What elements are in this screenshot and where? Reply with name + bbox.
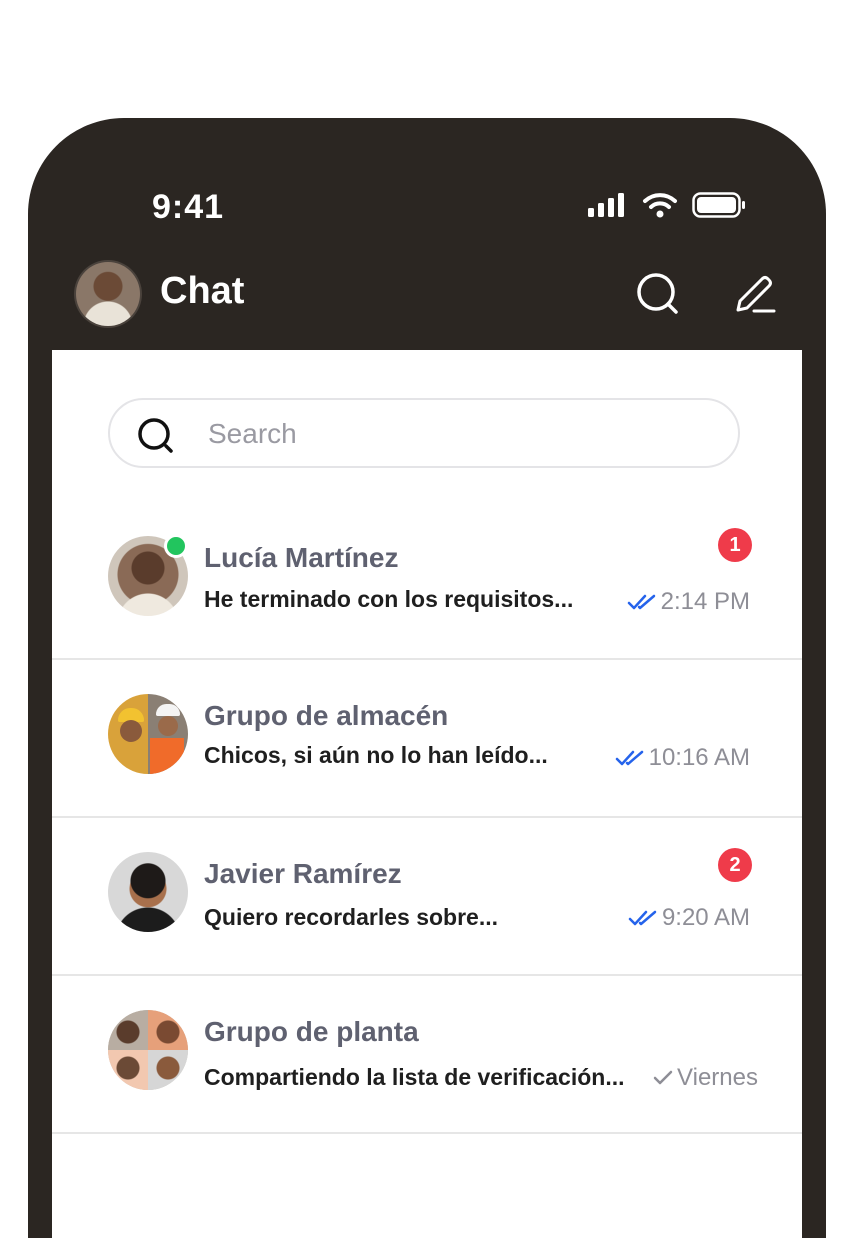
group-avatar	[108, 694, 188, 774]
signal-icon	[588, 193, 624, 217]
chat-row[interactable]: Lucía Martínez He terminado con los requ…	[52, 502, 802, 660]
wifi-icon	[643, 193, 677, 218]
unread-badge: 2	[718, 848, 752, 882]
chat-preview: Compartiendo la lista de verificación...	[204, 1064, 625, 1090]
search-icon	[136, 416, 180, 465]
double-check-icon	[628, 910, 657, 926]
header-search-button[interactable]	[636, 272, 680, 321]
chat-time-group: 2:14 PM	[627, 588, 750, 616]
compose-button[interactable]	[732, 272, 776, 321]
chat-preview: Quiero recordarles sobre...	[204, 904, 499, 930]
chat-time-group: 10:16 AM	[615, 744, 750, 772]
online-indicator	[164, 534, 188, 558]
chat-time: Viernes	[677, 1064, 758, 1091]
chat-list-panel: Lucía Martínez He terminado con los requ…	[52, 350, 802, 1238]
chat-name: Javier Ramírez	[204, 858, 402, 889]
chat-time: 10:16 AM	[648, 744, 750, 771]
chat-name: Grupo de planta	[204, 1016, 419, 1047]
chat-row[interactable]: Javier Ramírez Quiero recordarles sobre.…	[52, 818, 802, 976]
chat-time: 2:14 PM	[660, 588, 750, 615]
chat-row[interactable]: Grupo de planta Compartiendo la lista de…	[52, 976, 802, 1134]
search-input[interactable]	[206, 400, 710, 468]
double-check-icon	[627, 594, 655, 610]
group-avatar	[108, 1010, 188, 1090]
chat-preview: He terminado con los requisitos...	[204, 586, 574, 612]
page-title: Chat	[160, 270, 245, 312]
chat-name: Grupo de almacén	[204, 700, 449, 731]
phone-frame: 9:41 Chat Search Lucía Martínez He termi…	[28, 118, 826, 1238]
chat-time: 9:20 AM	[661, 904, 750, 931]
chat-time-group: Viernes	[653, 1064, 758, 1092]
chat-preview: Chicos, si aún no lo han leído...	[204, 742, 548, 768]
chat-time-group: 9:20 AM	[628, 904, 750, 932]
battery-icon	[692, 192, 745, 218]
status-icons	[588, 192, 746, 218]
profile-avatar[interactable]	[76, 262, 140, 326]
avatar	[108, 852, 188, 932]
single-check-icon	[653, 1070, 673, 1085]
chat-name: Lucía Martínez	[204, 542, 399, 573]
chat-row[interactable]: Grupo de almacén Chicos, si aún no lo ha…	[52, 660, 802, 818]
pencil-icon	[736, 276, 776, 313]
unread-badge: 1	[718, 528, 752, 562]
status-time: 9:41	[152, 188, 225, 226]
double-check-icon	[615, 750, 643, 766]
search-icon	[637, 273, 678, 314]
search-bar[interactable]	[108, 398, 740, 468]
